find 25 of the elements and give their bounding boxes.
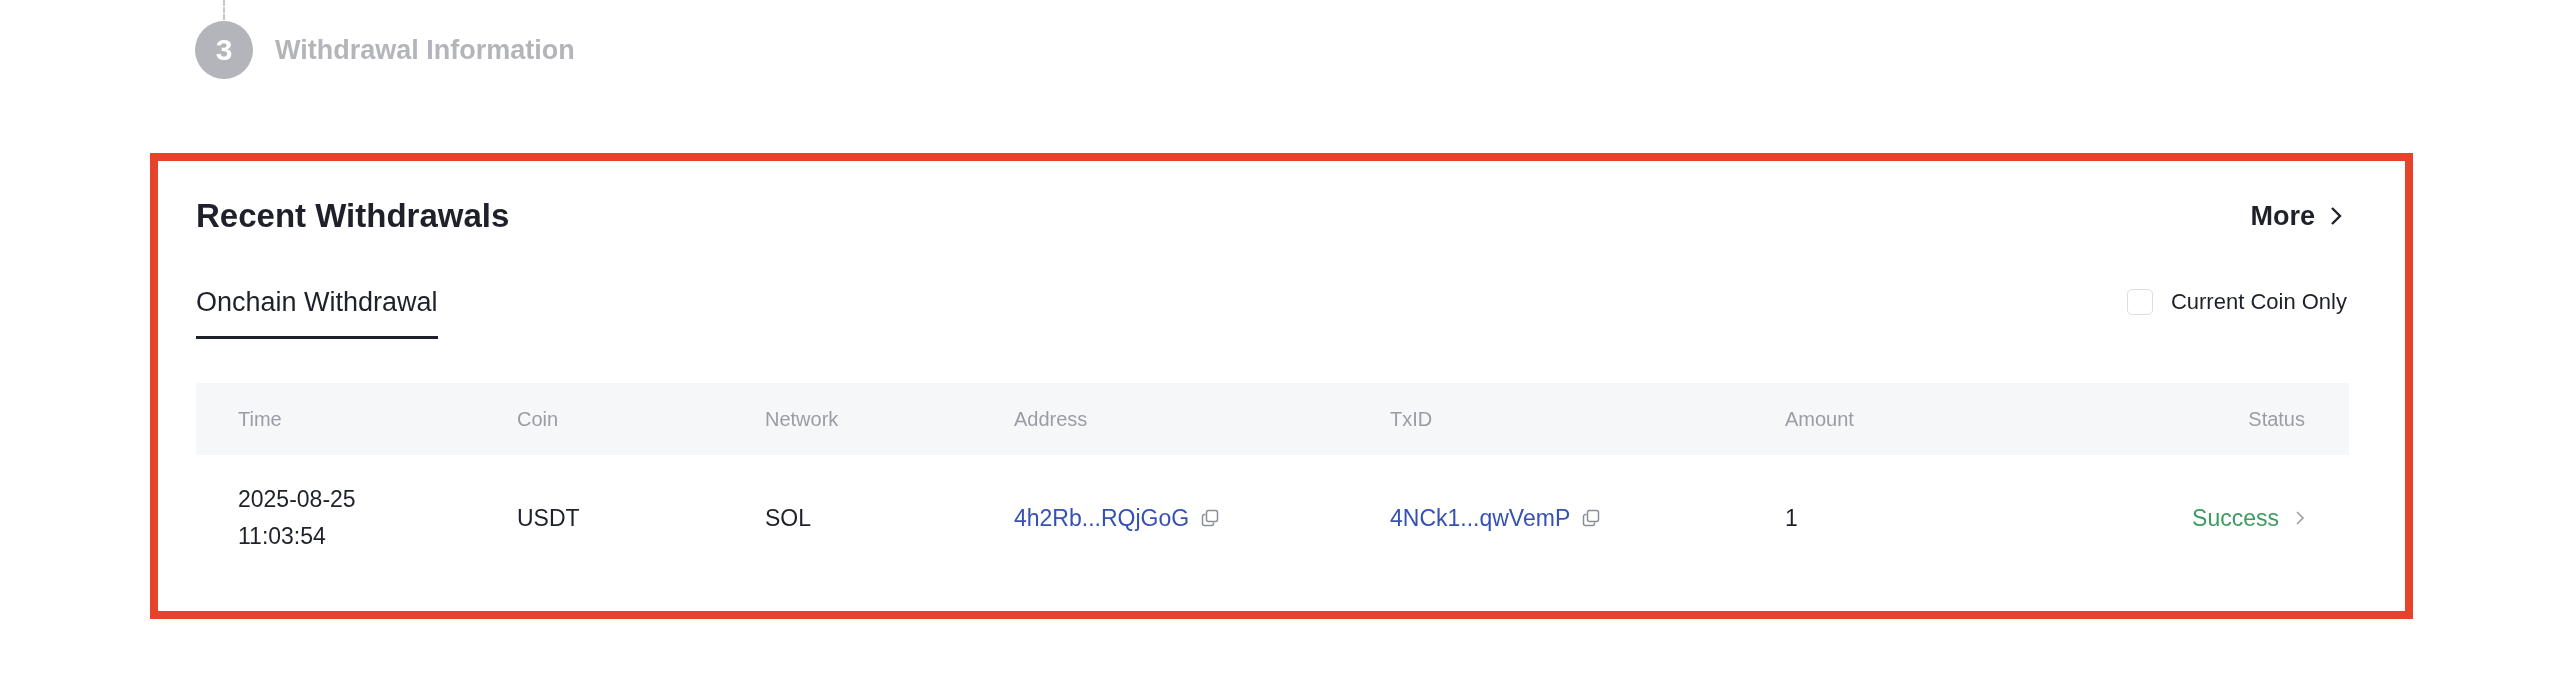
step-number: 3 xyxy=(195,21,253,79)
table-cell-text: 2025-08-25 11:03:54 xyxy=(238,485,357,551)
txid-link[interactable]: 4NCk1...qwVemP xyxy=(1390,504,1571,532)
column-header: Coin xyxy=(517,407,560,431)
checkbox-label: Current Coin Only xyxy=(2170,289,2347,315)
copy-icon[interactable] xyxy=(1582,509,1601,527)
status-text: Success xyxy=(2192,504,2279,532)
tab[interactable]: Onchain Withdrawal xyxy=(196,287,438,339)
column-header: Amount xyxy=(1785,407,1855,431)
address-link[interactable]: 4h2Rb...RQjGoG xyxy=(1014,504,1190,532)
chevron-right-icon[interactable] xyxy=(2295,510,2305,526)
column-header: TxID xyxy=(1390,407,1434,431)
column-header: Network xyxy=(765,407,840,431)
step-label: Withdrawal Information xyxy=(275,34,575,66)
table-cell-text: SOL xyxy=(765,504,813,532)
chevron-right-icon xyxy=(2329,205,2343,227)
table-cell-text: USDT xyxy=(517,504,581,532)
copy-icon[interactable] xyxy=(1201,509,1220,527)
section-title: Recent Withdrawals xyxy=(196,197,510,235)
table-cell-text: 1 xyxy=(1785,504,1799,532)
more-link[interactable]: More xyxy=(2250,200,2343,232)
column-header: Address xyxy=(1014,407,1089,431)
column-header: Time xyxy=(238,407,283,431)
column-header: Status xyxy=(2248,407,2305,431)
checkbox[interactable] xyxy=(2126,289,2153,315)
